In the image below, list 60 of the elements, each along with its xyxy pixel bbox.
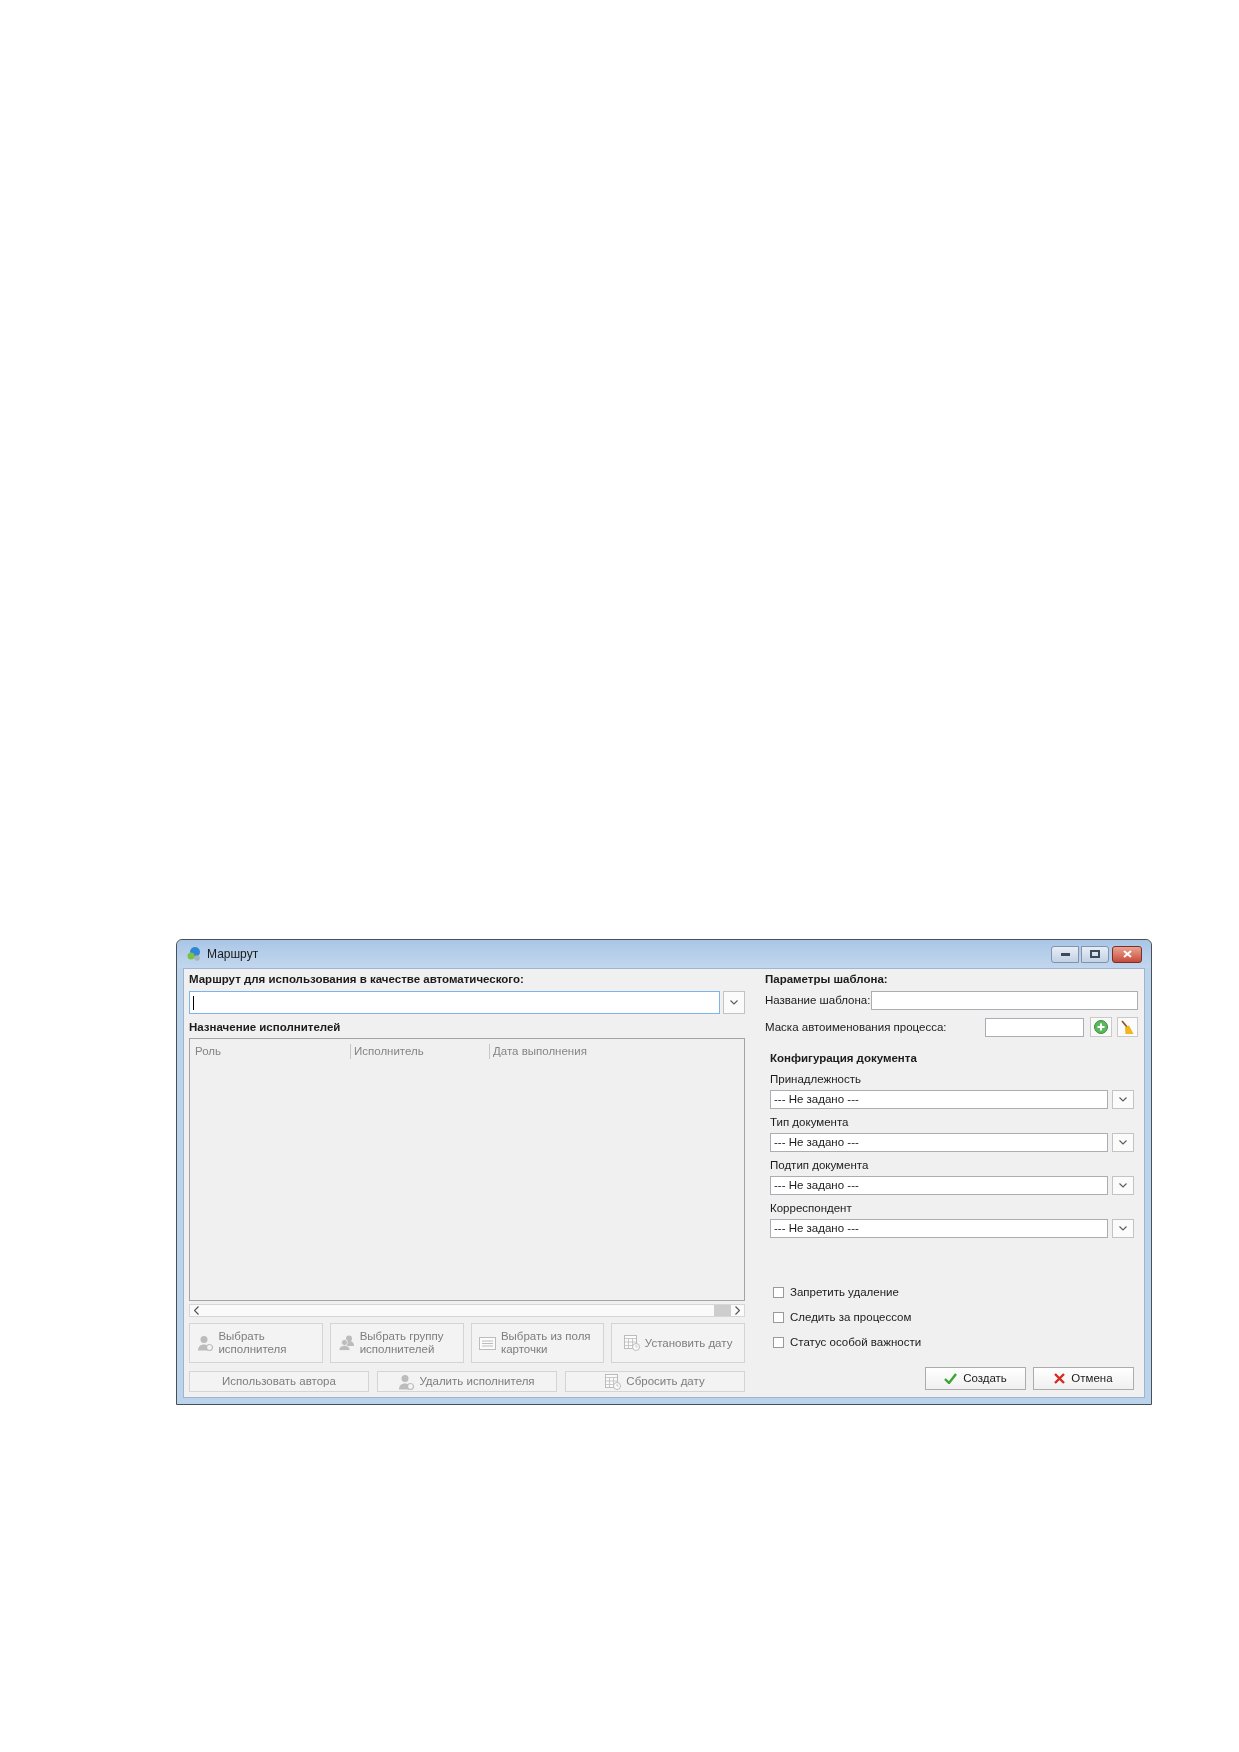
- template-name-field[interactable]: [871, 991, 1138, 1010]
- section-title: Параметры шаблона:: [765, 972, 889, 987]
- field-label: Подтип документа: [770, 1158, 870, 1173]
- chevron-left-icon: [194, 1306, 199, 1315]
- text-caret: [193, 995, 194, 1010]
- list-icon: [478, 1336, 496, 1350]
- field-label: Тип документа: [770, 1115, 850, 1130]
- checkbox[interactable]: [773, 1286, 784, 1298]
- horizontal-scrollbar[interactable]: [189, 1304, 745, 1317]
- document-combo-field[interactable]: --- Не задано ---: [770, 1090, 1108, 1109]
- maximize-icon: [1090, 950, 1100, 958]
- section-title: Маршрут для использования в качестве автоматического:: [189, 972, 525, 987]
- route-combo-field[interactable]: [189, 991, 720, 1014]
- person-icon: [198, 1335, 214, 1351]
- plus-circle-icon: [1094, 1020, 1108, 1034]
- document-combo-field[interactable]: --- Не задано ---: [770, 1219, 1108, 1238]
- broom-icon: [1121, 1019, 1134, 1035]
- name-mask-field[interactable]: [985, 1017, 1084, 1037]
- field-label: Маска автоименования процесса:: [765, 1019, 947, 1035]
- chevron-down-icon: [1119, 1140, 1127, 1145]
- maximize-button[interactable]: [1081, 945, 1109, 963]
- checkbox-label[interactable]: Статус особой важности: [790, 1334, 922, 1350]
- scrollbar-thumb[interactable]: [714, 1305, 731, 1316]
- field-label: Корреспондент: [770, 1201, 853, 1216]
- section-title: Конфигурация документа: [770, 1051, 918, 1066]
- checkbox[interactable]: [773, 1336, 784, 1348]
- section-title: Назначение исполнителей: [189, 1020, 342, 1035]
- close-button[interactable]: [1112, 945, 1142, 963]
- document-combo-field[interactable]: --- Не задано ---: [770, 1176, 1108, 1195]
- check-icon: [944, 1373, 958, 1384]
- chevron-down-icon: [1119, 1097, 1127, 1102]
- field-label: Название шаблона:: [765, 993, 871, 1008]
- chevron-down-icon: [730, 1000, 738, 1005]
- chevron-down-icon: [1119, 1183, 1127, 1188]
- field-label: Принадлежность: [770, 1072, 862, 1087]
- dropdown-button[interactable]: [1112, 1090, 1134, 1109]
- person-icon: [399, 1373, 415, 1390]
- action-button[interactable]: Создать: [925, 1367, 1026, 1390]
- cross-icon: [1054, 1373, 1066, 1384]
- chevron-right-icon: [735, 1306, 740, 1315]
- calendar-icon: [605, 1373, 622, 1390]
- document-combo-field[interactable]: --- Не задано ---: [770, 1133, 1108, 1152]
- dropdown-button[interactable]: [1112, 1176, 1134, 1195]
- calendar-icon: [623, 1335, 640, 1351]
- action-button[interactable]: Отмена: [1033, 1367, 1134, 1390]
- add-button[interactable]: [1090, 1017, 1112, 1037]
- dropdown-button[interactable]: [723, 991, 745, 1014]
- dropdown-button[interactable]: [1112, 1133, 1134, 1152]
- checkbox[interactable]: [773, 1311, 784, 1323]
- minimize-button[interactable]: [1051, 945, 1079, 963]
- chevron-down-icon: [1119, 1226, 1127, 1231]
- close-icon: [1122, 950, 1132, 958]
- people-icon: [338, 1335, 355, 1351]
- app-logo-icon: [187, 947, 201, 961]
- window-title: Маршрут: [207, 946, 259, 962]
- minimize-icon: [1060, 952, 1070, 956]
- checkbox-label[interactable]: Следить за процессом: [790, 1309, 912, 1325]
- clear-button[interactable]: [1117, 1017, 1138, 1037]
- checkbox-label[interactable]: Запретить удаление: [790, 1284, 899, 1300]
- dropdown-button[interactable]: [1112, 1219, 1134, 1238]
